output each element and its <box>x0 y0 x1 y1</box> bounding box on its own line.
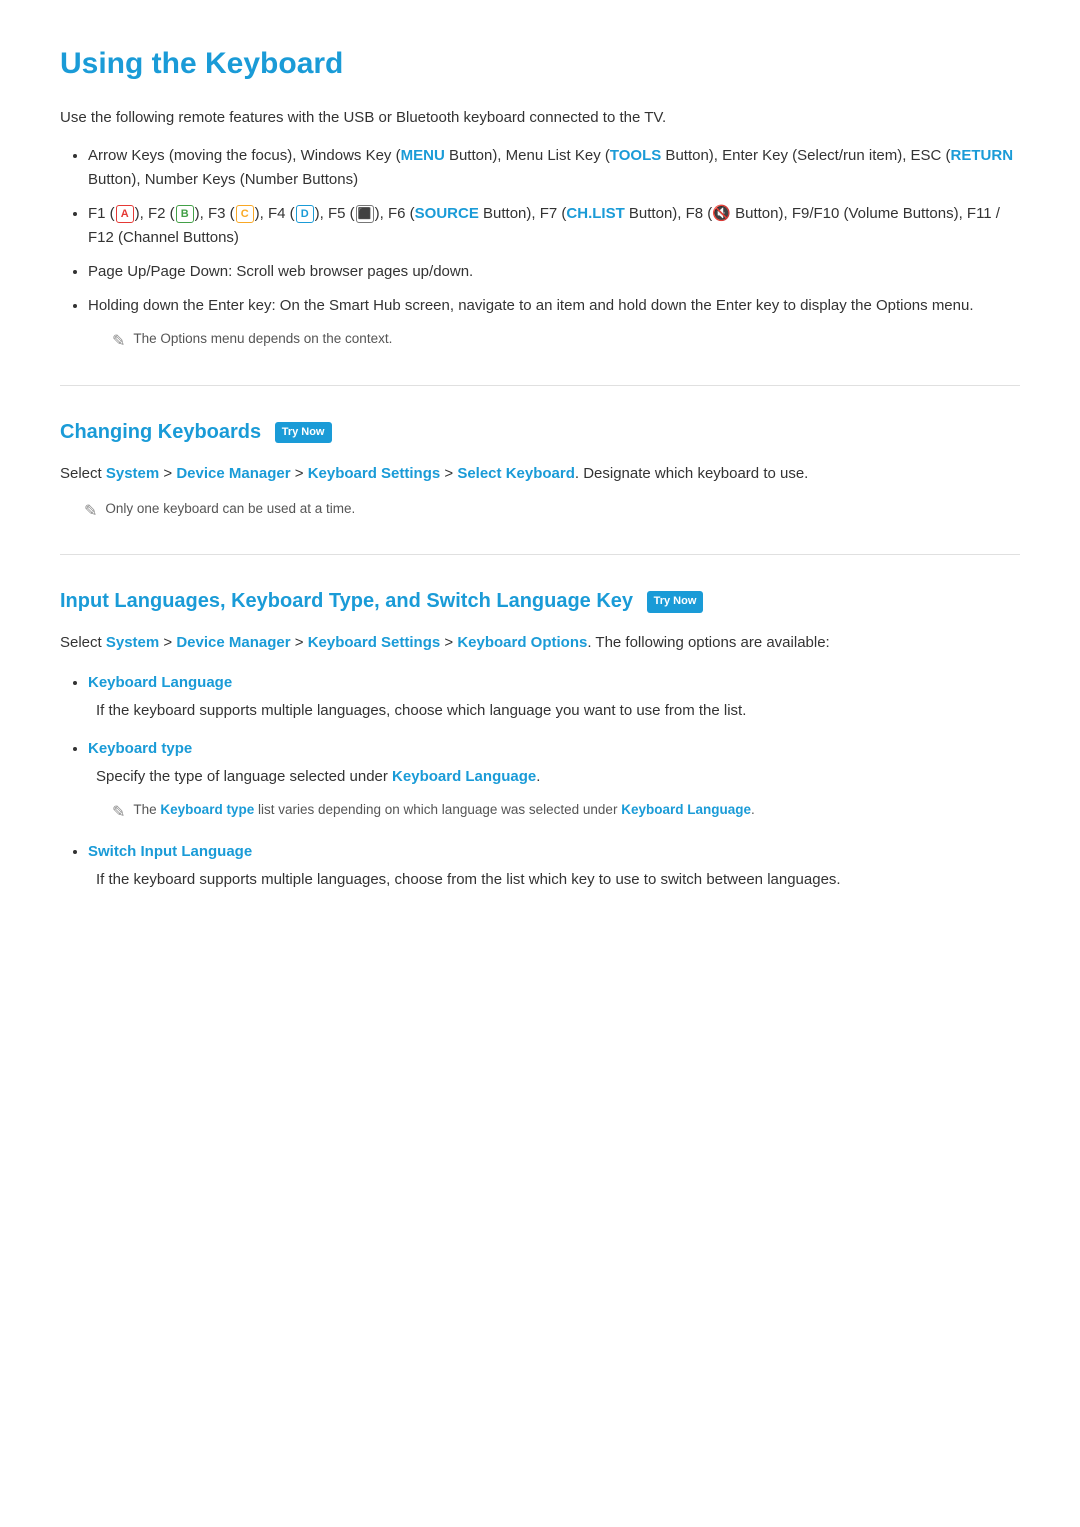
pencil-icon-2: ✎ <box>84 499 97 525</box>
keyboard-options-link[interactable]: Keyboard Options <box>457 634 587 651</box>
section1-path: Select System > Device Manager > Keyboar… <box>60 462 1020 486</box>
keyboard-language-label: Keyboard Language <box>88 674 232 691</box>
key-b: B <box>176 205 194 223</box>
chlist-label: CH.LIST <box>566 205 624 222</box>
keyboard-language-ref-1: Keyboard Language <box>392 768 536 785</box>
keyboard-settings-link-2[interactable]: Keyboard Settings <box>308 634 441 651</box>
list-item-fkeys: F1 (A), F2 (B), F3 (C), F4 (D), F5 (⬛), … <box>88 202 1020 250</box>
tools-label: TOOLS <box>610 147 661 164</box>
list-item-pageupdown: Page Up/Page Down: Scroll web browser pa… <box>88 260 1020 284</box>
keyboard-settings-link-1[interactable]: Keyboard Settings <box>308 465 441 482</box>
list-item-keyboard-type: Keyboard type Specify the type of langua… <box>88 737 1020 826</box>
section1-note: ✎ Only one keyboard can be used at a tim… <box>84 498 1020 525</box>
input-languages-section: Input Languages, Keyboard Type, and Swit… <box>60 585 1020 892</box>
device-manager-link-1[interactable]: Device Manager <box>176 465 290 482</box>
pencil-icon-3: ✎ <box>112 800 125 826</box>
note-options-context: ✎ The Options menu depends on the contex… <box>112 328 1020 355</box>
intro-text: Use the following remote features with t… <box>60 106 1020 130</box>
keyboard-type-desc: Specify the type of language selected un… <box>88 765 1020 789</box>
switch-input-language-label: Switch Input Language <box>88 843 252 860</box>
feature-list: Arrow Keys (moving the focus), Windows K… <box>88 144 1020 355</box>
list-item-switch-input: Switch Input Language If the keyboard su… <box>88 840 1020 892</box>
menu-label: MENU <box>401 147 445 164</box>
section2-title: Input Languages, Keyboard Type, and Swit… <box>60 585 1020 617</box>
section-divider-2 <box>60 554 1020 555</box>
keyboard-language-ref-2: Keyboard Language <box>621 802 751 817</box>
section2-path: Select System > Device Manager > Keyboar… <box>60 631 1020 655</box>
keyboard-language-desc: If the keyboard supports multiple langua… <box>88 699 1020 723</box>
list-item-holdenter: Holding down the Enter key: On the Smart… <box>88 294 1020 355</box>
keyboard-type-note: ✎ The Keyboard type list varies dependin… <box>112 799 1020 826</box>
key-d: D <box>296 205 314 223</box>
keyboard-options-list: Keyboard Language If the keyboard suppor… <box>60 671 1020 892</box>
try-now-badge-1[interactable]: Try Now <box>275 422 332 444</box>
select-keyboard-link[interactable]: Select Keyboard <box>457 465 575 482</box>
changing-keyboards-section: Changing Keyboards Try Now Select System… <box>60 416 1020 525</box>
keyboard-type-ref: Keyboard type <box>160 802 254 817</box>
key-c: C <box>236 205 254 223</box>
switch-input-language-desc: If the keyboard supports multiple langua… <box>88 868 1020 892</box>
section1-title: Changing Keyboards Try Now <box>60 416 1020 448</box>
section-divider-1 <box>60 385 1020 386</box>
return-label: RETURN <box>951 147 1014 164</box>
device-manager-link-2[interactable]: Device Manager <box>176 634 290 651</box>
section1-note-text: Only one keyboard can be used at a time. <box>105 498 355 520</box>
note-options-text: The Options menu depends on the context. <box>133 328 392 350</box>
key-a: A <box>116 205 134 223</box>
key-f5: ⬛ <box>356 205 374 223</box>
keyboard-type-label: Keyboard type <box>88 740 192 757</box>
system-link-2[interactable]: System <box>106 634 159 651</box>
system-link-1[interactable]: System <box>106 465 159 482</box>
source-label: SOURCE <box>415 205 479 222</box>
page-title: Using the Keyboard <box>60 40 1020 88</box>
keyboard-type-note-text: The Keyboard type list varies depending … <box>133 799 754 821</box>
pencil-icon: ✎ <box>112 329 125 355</box>
try-now-badge-2[interactable]: Try Now <box>647 591 704 613</box>
list-item-keyboard-language: Keyboard Language If the keyboard suppor… <box>88 671 1020 723</box>
list-item-arrow: Arrow Keys (moving the focus), Windows K… <box>88 144 1020 192</box>
